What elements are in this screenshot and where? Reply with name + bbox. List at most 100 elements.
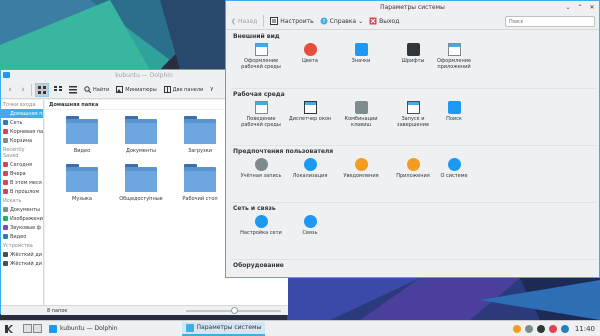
folder-item[interactable]: Документы (116, 116, 166, 160)
desktop-1[interactable] (23, 324, 32, 333)
trash-icon (3, 138, 8, 143)
configure-label: Настроить (280, 17, 314, 25)
details-view-button[interactable] (67, 83, 79, 97)
quit-label: Выход (379, 17, 400, 25)
search-input[interactable] (505, 16, 595, 27)
settings-titlebar[interactable]: Параметры системы ⌄ ⌃ ✕ (226, 1, 599, 13)
settings-module[interactable]: Диспетчер окон (284, 100, 336, 122)
split-panels-button[interactable]: Две панели (162, 83, 206, 97)
places-item[interactable]: Изображени (1, 214, 43, 223)
places-item[interactable]: Звуковые ф (1, 223, 43, 232)
places-item[interactable]: Вчера (1, 169, 43, 178)
places-item[interactable]: Корзина (1, 136, 43, 145)
places-item[interactable]: Жёсткий ди (1, 259, 43, 268)
folder-item[interactable]: Загрузки (175, 116, 225, 160)
folder-item[interactable]: Музыка (57, 164, 107, 208)
settings-module[interactable]: Оформление рабочей среды (235, 42, 287, 70)
clock[interactable]: 11:40 (575, 325, 595, 333)
shortcuts-icon (354, 101, 368, 114)
volume-icon[interactable] (536, 325, 545, 333)
icons-icon (354, 43, 368, 56)
close-icon[interactable]: ✕ (588, 3, 596, 11)
notifications-tray-icon[interactable] (548, 325, 557, 333)
folder-label: Документы (126, 148, 156, 154)
network-tray-icon[interactable] (560, 325, 569, 333)
settings-module[interactable]: Уведомления (335, 157, 387, 179)
settings-module[interactable]: Поиск (428, 100, 480, 122)
settings-section: Сеть и связь Настройка сети Связь (231, 202, 596, 259)
settings-module[interactable]: Комбинации клавиш (335, 100, 387, 128)
maximize-icon[interactable]: ⌃ (576, 3, 584, 11)
places-group-label: Искать (3, 198, 22, 204)
module-label: Оформление рабочей среды (241, 58, 281, 70)
help-icon: ? (320, 17, 328, 25)
app-style-icon (447, 43, 461, 56)
places-item-label: Сегодня (10, 161, 32, 168)
settings-module[interactable]: Значки (335, 42, 387, 64)
video-icon (3, 234, 8, 239)
settings-module[interactable]: О системе (428, 157, 480, 179)
updates-icon[interactable] (512, 325, 521, 333)
zoom-slider-handle[interactable] (231, 307, 238, 314)
desktop-pager[interactable] (23, 324, 42, 333)
folder-item[interactable]: Рабочий стол (175, 164, 225, 208)
more-button[interactable]: У (208, 83, 215, 97)
window-manager-icon (303, 101, 317, 114)
settings-module[interactable]: Локализация (284, 157, 336, 179)
quit-button[interactable]: Выход (369, 15, 399, 27)
places-item[interactable]: Сеть (1, 118, 43, 127)
module-label: Поиск (446, 116, 462, 122)
clipboard-icon[interactable] (524, 325, 533, 333)
folder-item[interactable]: Общедоступные (116, 164, 166, 208)
back-button[interactable]: ❮ Назад (231, 15, 257, 27)
grid-view-icon (38, 85, 46, 94)
settings-module[interactable]: Связь (284, 214, 336, 236)
taskbar-task[interactable]: kubuntu — Dolphin (45, 322, 122, 336)
places-item[interactable]: В этом меся (1, 178, 43, 187)
settings-module[interactable]: Оформление приложений (428, 42, 480, 70)
places-group-label: Точки входа (3, 102, 36, 108)
settings-module[interactable]: Настройка сети (235, 214, 287, 236)
minimize-icon[interactable]: ⌄ (564, 3, 572, 11)
system-settings-window: Параметры системы ⌄ ⌃ ✕ ❮ Назад Настроит… (225, 0, 600, 278)
taskbar-task[interactable]: Параметры системы (181, 321, 266, 336)
calendar-icon (3, 180, 8, 185)
desktop-2[interactable] (33, 324, 42, 333)
more-label: У (210, 86, 214, 93)
folder-icon (66, 116, 98, 144)
settings-module[interactable]: Поведение рабочей среды (235, 100, 287, 128)
places-item-label: В прошлом (10, 188, 40, 195)
fonts-icon (406, 43, 420, 56)
places-item-label: Жёсткий ди (10, 260, 42, 267)
places-item[interactable]: Документы (1, 205, 43, 214)
places-item[interactable]: В прошлом (1, 187, 43, 196)
zoom-slider[interactable] (186, 307, 281, 314)
help-button[interactable]: ? Справка ⌄ (320, 15, 363, 27)
preview-button[interactable]: Миниатюры (114, 83, 158, 97)
folder-label: Общедоступные (119, 196, 163, 202)
places-item[interactable]: Домашняя папка (1, 109, 43, 118)
drive-icon (3, 261, 8, 266)
find-label: Найти (93, 86, 110, 93)
back-icon[interactable]: ‹ (5, 83, 15, 97)
settings-section: Внешний вид Оформление рабочей среды Цвета… (231, 31, 596, 88)
section-title: Внешний вид (233, 33, 280, 40)
settings-module[interactable]: Цвета (284, 42, 336, 64)
places-item-label: Вчера (10, 170, 26, 177)
find-button[interactable]: Найти (82, 83, 111, 97)
icons-view-button[interactable] (35, 82, 49, 97)
svg-text:?: ? (322, 19, 325, 25)
places-item[interactable]: Корневая па (1, 127, 43, 136)
places-item[interactable]: Жёсткий ди (1, 250, 43, 259)
search-settings-icon (447, 101, 461, 114)
configure-button[interactable]: Настроить (270, 15, 314, 27)
places-item[interactable]: Сегодня (1, 160, 43, 169)
settings-section: Рабочая среда Поведение рабочей среды Дисп… (231, 88, 596, 145)
places-item[interactable]: Видео (1, 232, 43, 241)
compact-view-button[interactable] (52, 83, 64, 97)
folder-item[interactable]: Видео (57, 116, 107, 160)
task-label: kubuntu — Dolphin (60, 325, 118, 332)
application-launcher-icon[interactable] (3, 323, 15, 335)
settings-module[interactable]: Учётная запись (235, 157, 287, 179)
forward-icon[interactable]: › (18, 83, 28, 97)
